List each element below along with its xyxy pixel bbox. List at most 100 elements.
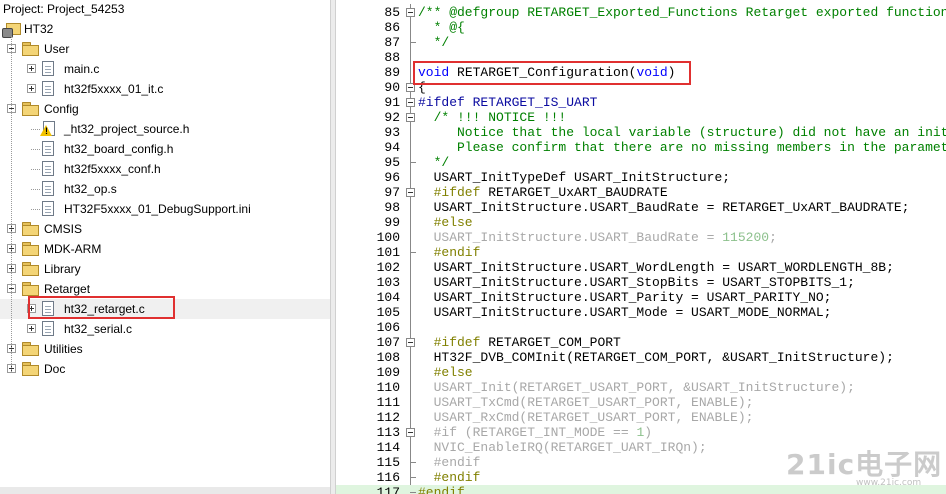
tree-file-ht32f5xxxx-01-debugsupport-ini[interactable]: HT32F5xxxx_01_DebugSupport.ini <box>0 199 330 219</box>
tree-file-ht32-op-s[interactable]: ht32_op.s <box>0 179 330 199</box>
tree-item-label: Config <box>44 102 79 116</box>
fold-collapse-icon[interactable] <box>406 113 415 122</box>
code-line[interactable]: 86 * @{ <box>336 20 946 35</box>
project-tree-pane: Project: Project_54253 HT32 User main.c ht… <box>0 0 330 494</box>
expand-plus-icon[interactable] <box>27 324 36 333</box>
code-line[interactable]: 103 USART_InitStructure.USART_StopBits =… <box>336 275 946 290</box>
fold-collapse-icon[interactable] <box>406 83 415 92</box>
code-line[interactable]: 108 HT32F_DVB_COMInit(RETARGET_COM_PORT,… <box>336 350 946 365</box>
fold-collapse-icon[interactable] <box>406 338 415 347</box>
code-line[interactable]: 85 /** @defgroup RETARGET_Exported_Functi… <box>336 5 946 20</box>
line-number: 87 <box>384 35 400 50</box>
tree-folder-cmsis[interactable]: CMSIS <box>0 219 330 239</box>
code-token: /** @defgroup RETARGET_Exported_Function… <box>418 5 946 20</box>
tree-folder-user[interactable]: User <box>0 39 330 59</box>
line-number: 92 <box>384 110 400 125</box>
code-line[interactable]: 101 #endif <box>336 245 946 260</box>
code-line[interactable]: 110 USART_Init(RETARGET_USART_PORT, &USA… <box>336 380 946 395</box>
fold-collapse-icon[interactable] <box>406 8 415 17</box>
code-text: /* !!! NOTICE !!! <box>418 110 567 125</box>
code-line[interactable]: 93 Notice that the local variable (struc… <box>336 125 946 140</box>
code-line[interactable]: 113 #if (RETARGET_INT_MODE == 1) <box>336 425 946 440</box>
file-icon <box>42 161 54 176</box>
fold-end-marker <box>410 477 416 478</box>
tree-file-main-c[interactable]: main.c <box>0 59 330 79</box>
code-line[interactable]: 92 /* !!! NOTICE !!! <box>336 110 946 125</box>
code-token: NVIC_EnableIRQ(RETARGET_UART_IRQn); <box>418 440 707 455</box>
code-text: { <box>418 80 426 95</box>
folder-icon <box>22 222 39 236</box>
code-line[interactable]: 89 void RETARGET_Configuration(void) <box>336 65 946 80</box>
code-line[interactable]: 94 Please confirm that there are no miss… <box>336 140 946 155</box>
code-line[interactable]: 96 USART_InitTypeDef USART_InitStructure… <box>336 170 946 185</box>
line-number: 108 <box>376 350 400 365</box>
code-line[interactable]: 97 #ifdef RETARGET_UxART_BAUDRATE <box>336 185 946 200</box>
tree-folder-config[interactable]: Config <box>0 99 330 119</box>
tree-folder-doc[interactable]: Doc <box>0 359 330 379</box>
expand-plus-icon[interactable] <box>27 304 36 313</box>
tree-guide-line <box>31 169 40 170</box>
code-line[interactable]: 106 <box>336 320 946 335</box>
tree-folder-retarget[interactable]: Retarget <box>0 279 330 299</box>
line-number: 96 <box>384 170 400 185</box>
code-line[interactable]: 109 #else <box>336 365 946 380</box>
code-text: USART_InitTypeDef USART_InitStructure; <box>418 170 730 185</box>
tree-file-ht32f5xxxx-01-it-c[interactable]: ht32f5xxxx_01_it.c <box>0 79 330 99</box>
fold-collapse-icon[interactable] <box>406 98 415 107</box>
code-line[interactable]: 105 USART_InitStructure.USART_Mode = USA… <box>336 305 946 320</box>
tree-root-label: HT32 <box>24 22 54 36</box>
expand-plus-icon[interactable] <box>27 84 36 93</box>
code-line[interactable]: 104 USART_InitStructure.USART_Parity = U… <box>336 290 946 305</box>
tree-item-label: Utilities <box>44 342 83 356</box>
code-token: #if (RETARGET_INT_MODE == <box>418 425 637 440</box>
tree-item-label: MDK-ARM <box>44 242 102 256</box>
tree-root-ht32[interactable]: HT32 <box>0 19 330 39</box>
code-line[interactable]: 111 USART_TxCmd(RETARGET_USART_PORT, ENA… <box>336 395 946 410</box>
line-number: 91 <box>384 95 400 110</box>
tree-file-ht32-retarget-c[interactable]: ht32_retarget.c <box>0 299 330 319</box>
code-token: /* !!! NOTICE !!! <box>418 110 567 125</box>
code-token: Please confirm that there are no missing… <box>457 140 946 155</box>
fold-collapse-icon[interactable] <box>406 428 415 437</box>
line-number: 104 <box>376 290 400 305</box>
tree-file-ht32-project-source-h[interactable]: ! _ht32_project_source.h <box>0 119 330 139</box>
line-number: 107 <box>376 335 400 350</box>
code-text: USART_InitStructure.USART_WordLength = U… <box>418 260 894 275</box>
tree-file-ht32-board-config-h[interactable]: ht32_board_config.h <box>0 139 330 159</box>
code-text: USART_InitStructure.USART_BaudRate = RET… <box>418 200 910 215</box>
code-line[interactable]: 112 USART_RxCmd(RETARGET_USART_PORT, ENA… <box>336 410 946 425</box>
code-token: #ifdef RETARGET_IS_UART <box>418 95 598 110</box>
code-token: RETARGET_UxART_BAUDRATE <box>480 185 668 200</box>
code-text: USART_InitStructure.USART_BaudRate = 115… <box>418 230 777 245</box>
code-line[interactable]: 88 <box>336 50 946 65</box>
tree-item-label: HT32F5xxxx_01_DebugSupport.ini <box>64 202 251 216</box>
tree-file-ht32f5xxxx-conf-h[interactable]: ht32f5xxxx_conf.h <box>0 159 330 179</box>
code-line[interactable]: 98 USART_InitStructure.USART_BaudRate = … <box>336 200 946 215</box>
tree-item-label: _ht32_project_source.h <box>64 122 190 136</box>
tree-file-ht32-serial-c[interactable]: ht32_serial.c <box>0 319 330 339</box>
tree-folder-mdk-arm[interactable]: MDK-ARM <box>0 239 330 259</box>
code-line[interactable]: 90 { <box>336 80 946 95</box>
code-line[interactable]: 91 #ifdef RETARGET_IS_UART <box>336 95 946 110</box>
folder-icon <box>22 342 39 356</box>
fold-collapse-icon[interactable] <box>406 188 415 197</box>
tree-guide-line <box>31 149 40 150</box>
code-token: ; <box>769 230 777 245</box>
tree-folder-library[interactable]: Library <box>0 259 330 279</box>
code-editor[interactable]: 85 /** @defgroup RETARGET_Exported_Functi… <box>336 0 946 494</box>
code-line[interactable]: 100 USART_InitStructure.USART_BaudRate =… <box>336 230 946 245</box>
line-number: 99 <box>384 215 400 230</box>
tree-horizontal-scrollbar[interactable] <box>0 487 330 494</box>
code-line[interactable]: 99 #else <box>336 215 946 230</box>
expand-plus-icon[interactable] <box>27 64 36 73</box>
tree-item-label: Retarget <box>44 282 91 296</box>
code-text: USART_Init(RETARGET_USART_PORT, &USART_I… <box>418 380 855 395</box>
file-icon <box>42 321 54 336</box>
tree-folder-utilities[interactable]: Utilities <box>0 339 330 359</box>
code-token: RETARGET_COM_PORT <box>480 335 621 350</box>
code-line[interactable]: 102 USART_InitStructure.USART_WordLength… <box>336 260 946 275</box>
warning-file-icon: ! <box>40 121 55 137</box>
code-line[interactable]: 107 #ifdef RETARGET_COM_PORT <box>336 335 946 350</box>
code-line[interactable]: 95 */ <box>336 155 946 170</box>
code-line[interactable]: 87 */ <box>336 35 946 50</box>
